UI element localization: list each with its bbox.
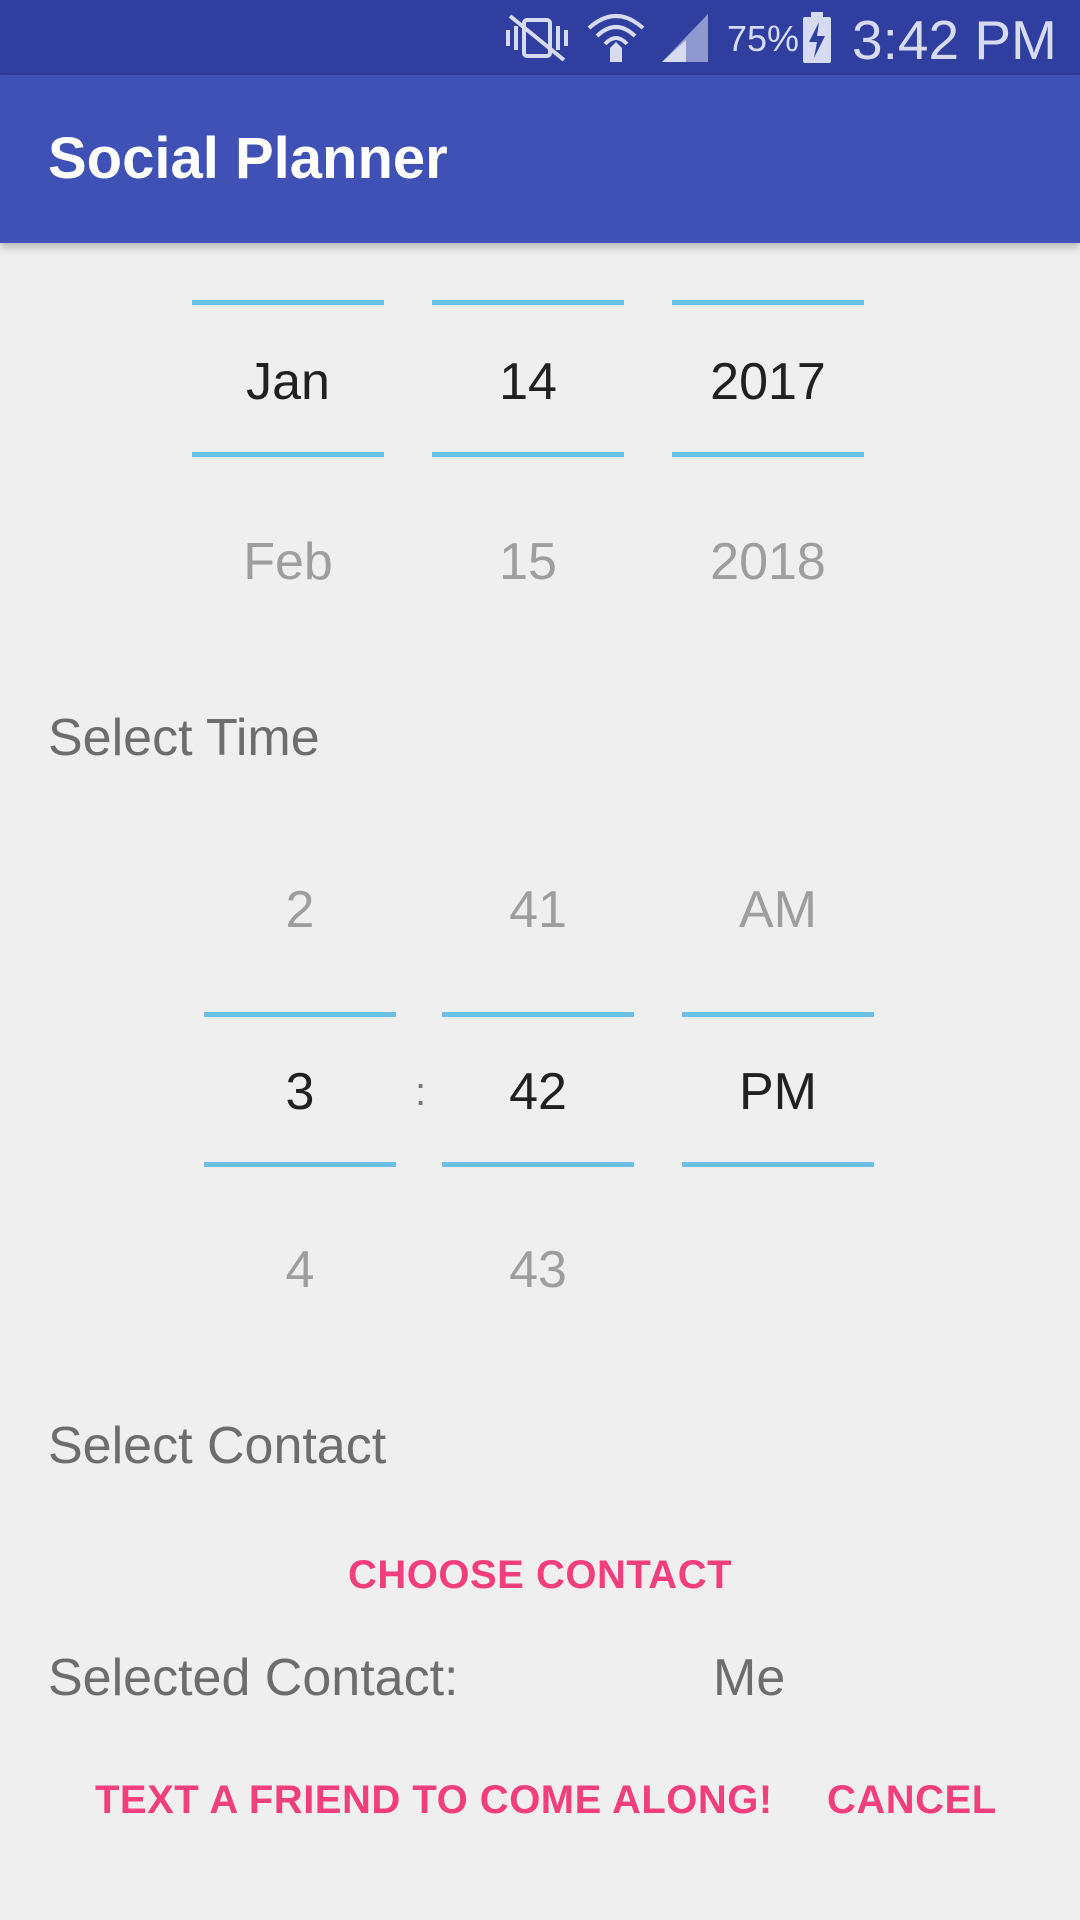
cancel-button[interactable]: CANCEL xyxy=(827,1778,997,1823)
screen: 75% 3:42 PM Social Planner Jan Feb 14 15… xyxy=(0,0,1080,1920)
minute-next[interactable]: 43 xyxy=(442,1240,634,1300)
wifi-icon xyxy=(585,10,647,70)
hour-selected[interactable]: 3 xyxy=(204,1062,396,1122)
year-selected[interactable]: 2017 xyxy=(672,352,864,412)
select-contact-label: Select Contact xyxy=(48,1417,387,1475)
text-friend-button[interactable]: TEXT A FRIEND TO COME ALONG! xyxy=(95,1778,773,1823)
picker-divider xyxy=(682,1012,874,1017)
select-time-label: Select Time xyxy=(48,709,320,767)
battery-percentage: 75% xyxy=(727,18,800,59)
hour-picker[interactable]: 2 3 4 xyxy=(204,880,396,1300)
status-bar: 75% 3:42 PM xyxy=(0,0,1080,75)
hour-next[interactable]: 4 xyxy=(204,1240,396,1300)
app-bar: Social Planner xyxy=(0,75,1080,243)
selected-contact-label: Selected Contact: xyxy=(48,1649,459,1707)
choose-contact-button[interactable]: CHOOSE CONTACT xyxy=(0,1553,1080,1598)
ampm-picker[interactable]: AM PM xyxy=(682,880,874,1300)
month-selected[interactable]: Jan xyxy=(192,352,384,412)
signal-icon xyxy=(660,10,710,70)
month-next[interactable]: Feb xyxy=(192,532,384,592)
minute-prev[interactable]: 41 xyxy=(442,880,634,940)
picker-divider xyxy=(204,1162,396,1167)
picker-divider xyxy=(442,1162,634,1167)
selected-contact-value: Me xyxy=(713,1649,786,1707)
picker-divider xyxy=(432,452,624,457)
status-clock: 3:42 PM xyxy=(852,9,1057,71)
day-next[interactable]: 15 xyxy=(432,532,624,592)
month-picker[interactable]: Jan Feb xyxy=(192,300,384,600)
year-picker[interactable]: 2017 2018 xyxy=(672,300,864,600)
day-selected[interactable]: 14 xyxy=(432,352,624,412)
time-separator: : xyxy=(415,1070,427,1114)
battery-charging-icon xyxy=(800,10,834,70)
year-next[interactable]: 2018 xyxy=(672,532,864,592)
day-picker[interactable]: 14 15 xyxy=(432,300,624,600)
picker-divider xyxy=(192,300,384,305)
app-title: Social Planner xyxy=(48,126,448,191)
vibrate-off-icon xyxy=(502,10,572,70)
picker-divider xyxy=(442,1012,634,1017)
minute-selected[interactable]: 42 xyxy=(442,1062,634,1122)
picker-divider xyxy=(682,1162,874,1167)
picker-divider xyxy=(672,300,864,305)
picker-divider xyxy=(192,452,384,457)
picker-divider xyxy=(204,1012,396,1017)
picker-divider xyxy=(432,300,624,305)
ampm-prev[interactable]: AM xyxy=(682,880,874,940)
hour-prev[interactable]: 2 xyxy=(204,880,396,940)
ampm-selected[interactable]: PM xyxy=(682,1062,874,1122)
minute-picker[interactable]: 41 42 43 xyxy=(442,880,634,1300)
picker-divider xyxy=(672,452,864,457)
